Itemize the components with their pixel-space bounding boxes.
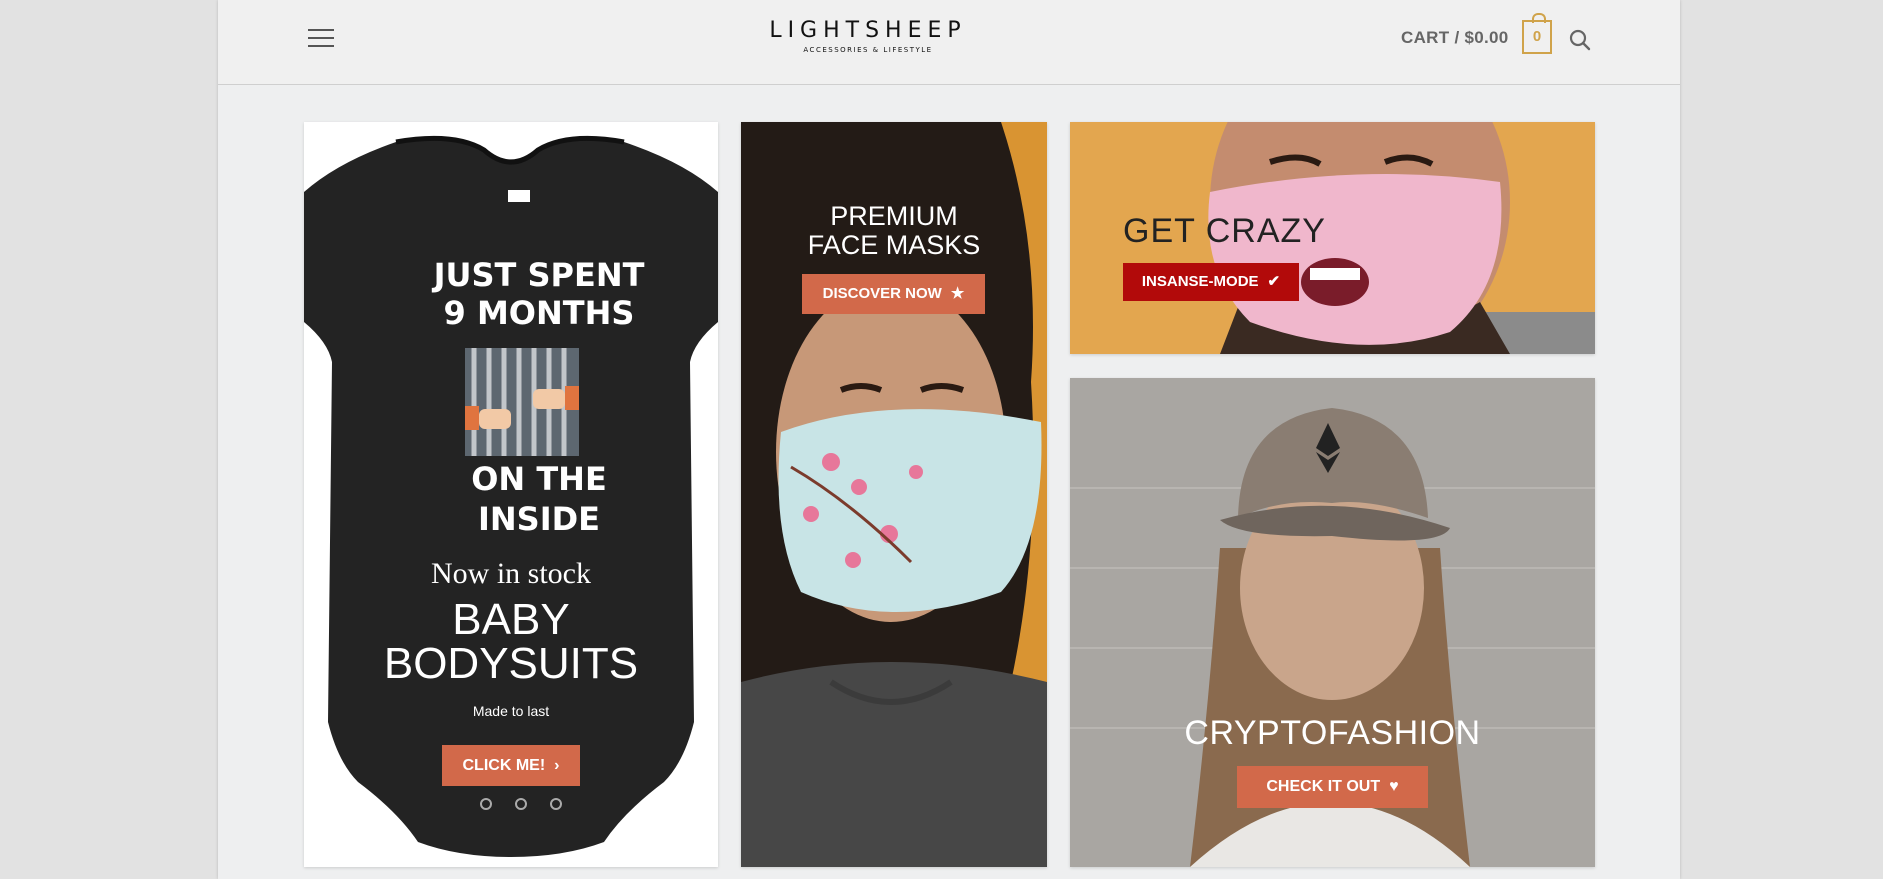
insane-mode-label: INSANSE-MODE [1141, 273, 1259, 290]
print-line-2: 9 MONTHS [443, 294, 635, 332]
banner-title-line-2: FACE MASKS [807, 230, 981, 260]
check-it-out-label: CHECK IT OUT [1266, 778, 1381, 795]
click-me-label: CLICK ME! [462, 757, 546, 774]
banner-title-line-2: BODYSUITS [383, 639, 639, 688]
page: LIGHTSHEEP ACCESSORIES & LIFESTYLE CART … [218, 0, 1680, 879]
print-line-1: JUST SPENT [433, 256, 645, 294]
print-line-3: ON THE [471, 460, 607, 498]
check-it-out-button[interactable]: CHECK IT OUT ♥ [1237, 766, 1428, 808]
menu-icon[interactable] [308, 29, 334, 49]
click-me-button[interactable]: CLICK ME! › [442, 745, 580, 786]
star-icon: ★ [950, 285, 965, 302]
cart-link[interactable]: CART / $0.00 [1401, 28, 1509, 48]
discover-now-button[interactable]: DISCOVER NOW ★ [802, 274, 985, 314]
site-logo[interactable]: LIGHTSHEEP ACCESSORIES & LIFESTYLE [748, 18, 988, 54]
logo-wordmark: LIGHTSHEEP [769, 18, 967, 43]
cart-count-badge[interactable]: 0 [1522, 13, 1552, 54]
banner-title-line-1: PREMIUM [830, 201, 958, 231]
logo-tagline: ACCESSORIES & LIFESTYLE [803, 46, 933, 54]
banner-title: GET CRAZY [1123, 212, 1326, 250]
banner-subtitle: Made to last [472, 703, 550, 719]
print-line-4: INSIDE [477, 500, 601, 538]
chevron-right-icon: › [554, 757, 560, 774]
banner-baby-bodysuits[interactable]: JUST SPENT 9 MONTHS ON THE INSIDE Now in… [304, 122, 718, 867]
banner-get-crazy[interactable]: GET CRAZY INSANSE-MODE ✔ [1070, 122, 1595, 354]
banner-cryptofashion[interactable]: CRYPTOFASHION CHECK IT OUT ♥ [1070, 378, 1595, 867]
heart-icon: ♥ [1389, 778, 1399, 795]
banner-face-masks[interactable]: PREMIUM FACE MASKS DISCOVER NOW ★ [741, 122, 1047, 867]
site-header: LIGHTSHEEP ACCESSORIES & LIFESTYLE CART … [218, 0, 1680, 85]
banner-title: CRYPTOFASHION [1184, 714, 1481, 752]
discover-now-label: DISCOVER NOW [822, 285, 942, 302]
search-icon[interactable] [1569, 29, 1591, 51]
banner-tagline: Now in stock [431, 557, 591, 590]
insane-mode-button[interactable]: INSANSE-MODE ✔ [1123, 263, 1299, 301]
banner-title-line-1: BABY [452, 595, 570, 644]
checkmark-icon: ✔ [1267, 273, 1281, 290]
